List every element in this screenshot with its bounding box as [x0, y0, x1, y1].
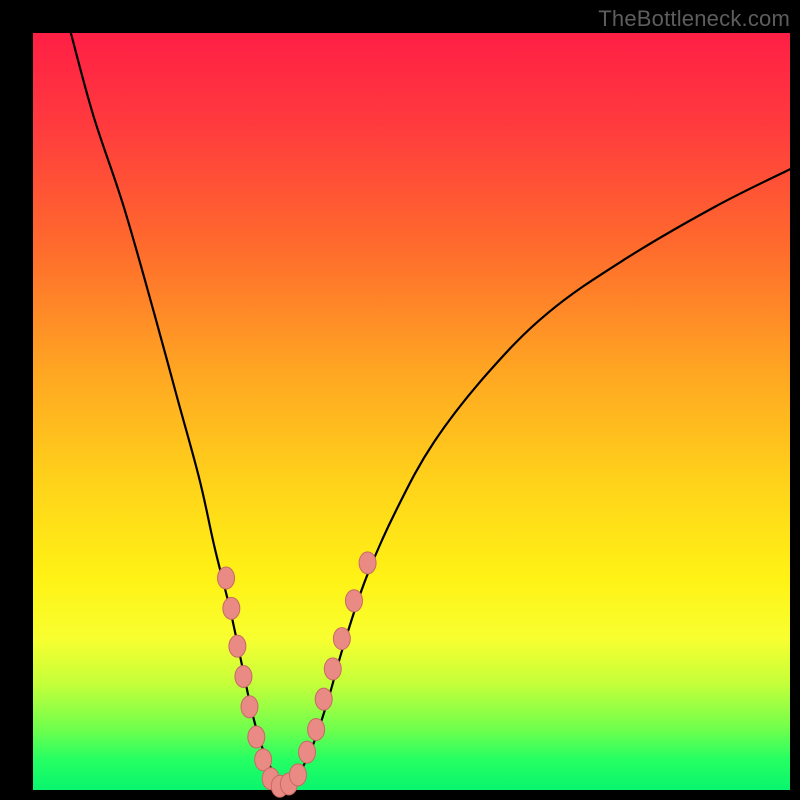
curve-marker	[299, 741, 316, 763]
curve-marker	[308, 718, 325, 740]
curve-svg	[33, 33, 790, 790]
curve-marker	[324, 658, 341, 680]
watermark-text: TheBottleneck.com	[598, 6, 790, 32]
curve-marker	[289, 764, 306, 786]
plot-area	[33, 33, 790, 790]
bottleneck-curve	[71, 33, 790, 782]
curve-marker	[241, 696, 258, 718]
curve-marker	[333, 628, 350, 650]
curve-marker	[235, 665, 252, 687]
curve-marker	[345, 590, 362, 612]
curve-markers	[218, 552, 377, 797]
curve-marker	[229, 635, 246, 657]
curve-marker	[359, 552, 376, 574]
chart-frame: TheBottleneck.com	[0, 0, 800, 800]
curve-marker	[223, 597, 240, 619]
curve-marker	[315, 688, 332, 710]
curve-marker	[248, 726, 265, 748]
curve-marker	[218, 567, 235, 589]
